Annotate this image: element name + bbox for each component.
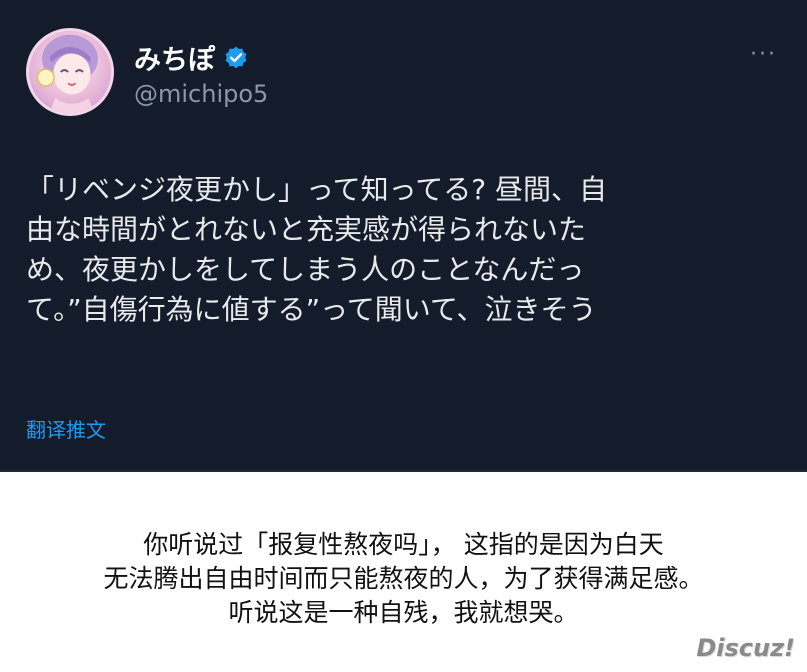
- more-options-icon[interactable]: ···: [750, 42, 777, 67]
- avatar-illustration: [36, 34, 98, 113]
- avatar[interactable]: [26, 28, 114, 116]
- tweet-card: みちぽ @michipo5 ··· 「リベンジ夜更かし」って知ってる? 昼間、自…: [0, 0, 807, 472]
- user-handle[interactable]: @michipo5: [134, 80, 268, 108]
- chinese-caption: 你听说过「报复性熬夜吗」， 这指的是因为白天 无法腾出自由时间而只能熬夜的人，为…: [103, 530, 704, 627]
- display-name-row: みちぽ: [134, 38, 249, 77]
- tweet-text: 「リベンジ夜更かし」って知ってる? 昼間、自 由な時間がとれないと充実感が得られ…: [26, 173, 607, 326]
- display-name[interactable]: みちぽ: [134, 38, 215, 77]
- verified-badge-icon: [225, 46, 247, 68]
- translate-tweet-link[interactable]: 翻译推文: [26, 414, 106, 443]
- discuz-watermark: Discuz!: [696, 634, 795, 662]
